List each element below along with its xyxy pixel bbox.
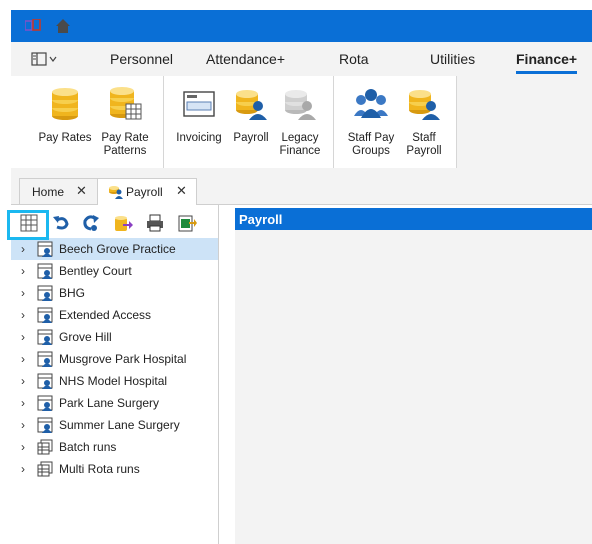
tree-item[interactable]: › BHG [11,282,218,304]
chevron-right-icon[interactable]: › [21,396,25,410]
tree-item[interactable]: › Multi Rota runs [11,458,218,480]
invoicing-button[interactable]: Invoicing [174,86,224,145]
chevron-right-icon[interactable]: › [21,374,25,388]
group-icon [354,89,388,118]
menu-tab-attendance[interactable]: Attendance+ [206,51,285,67]
payroll-label: Payroll [233,132,269,144]
export-excel-icon[interactable] [177,213,197,233]
payroll-icon [236,90,267,120]
chevron-right-icon[interactable]: › [21,330,25,344]
tree-item[interactable]: › Musgrove Park Hospital [11,348,218,370]
site-icon [37,373,53,389]
site-icon [37,263,53,279]
export-icon[interactable] [113,213,133,233]
tab-payroll-label: Payroll [126,185,163,199]
site-icon [37,417,53,433]
home-icon[interactable] [55,18,71,34]
print-icon[interactable] [145,213,165,233]
staff-payroll-button[interactable]: Staff Payroll [403,86,445,158]
site-icon [37,351,53,367]
batch-runs-icon [37,439,53,455]
title-bar [11,10,592,42]
tree-item[interactable]: › Batch runs [11,436,218,458]
tree-item-label: Multi Rota runs [59,462,140,476]
tree-item-label: Beech Grove Practice [59,242,176,256]
pay-rates-label: Pay Rates [38,132,92,144]
tree-item-label: Summer Lane Surgery [59,418,180,432]
document-tab-strip: Home ✕ Payroll ✕ [11,174,592,205]
site-icon [37,307,53,323]
site-icon [37,329,53,345]
payroll-button[interactable]: Payroll [231,86,271,145]
legacy-finance-button[interactable]: Legacy Finance [275,86,325,158]
menu-bar: Personnel Attendance+ Rota Utilities Fin… [11,42,592,76]
menu-tab-personnel[interactable]: Personnel [110,51,173,67]
highlight-box [7,210,49,240]
menu-tab-rota[interactable]: Rota [339,51,369,67]
panel-title: Payroll [239,212,283,227]
ribbon: Pay Rates Pay Rate Patterns Invoicing Pa… [11,76,592,175]
staff-pay-groups-button[interactable]: Staff Pay Groups [345,86,397,158]
tree-item[interactable]: › Grove Hill [11,326,218,348]
payroll-tab-icon [109,186,123,199]
tree-item[interactable]: › Extended Access [11,304,218,326]
panel-header: Payroll [235,208,592,230]
tree-item-label: Grove Hill [59,330,112,344]
tab-home[interactable]: Home ✕ [19,178,99,204]
tree-item[interactable]: › Park Lane Surgery [11,392,218,414]
coins-table-icon [110,87,142,120]
site-icon [37,395,53,411]
tree-item[interactable]: › Beech Grove Practice [11,238,218,260]
legacy-finance-icon [285,90,316,120]
tree-item-label: Musgrove Park Hospital [59,352,187,366]
pay-rates-button[interactable]: Pay Rates [33,86,97,145]
legacy-finance-label: Legacy Finance [279,132,321,157]
invoicing-label: Invoicing [176,132,222,144]
close-icon[interactable]: ✕ [176,183,187,199]
invoice-icon [183,91,215,117]
chevron-right-icon[interactable]: › [21,462,25,476]
pay-rate-patterns-label: Pay Rate Patterns [101,132,149,157]
undo-icon[interactable] [51,213,71,233]
tree-item-label: NHS Model Hospital [59,374,168,388]
chevron-right-icon[interactable]: › [21,418,25,432]
chevron-right-icon[interactable]: › [21,308,25,322]
close-icon[interactable]: ✕ [76,183,87,199]
tree-item[interactable]: › NHS Model Hospital [11,370,218,392]
chevron-right-icon[interactable]: › [21,264,25,278]
tree-item-label: Batch runs [59,440,117,454]
tree-item-label: Extended Access [59,308,152,322]
batch-runs-icon [37,461,53,477]
site-tree-panel: › Beech Grove Practice › Bentley Court › BHG ›… [11,205,219,544]
staff-payroll-icon [409,90,440,120]
chevron-right-icon[interactable]: › [21,352,25,366]
tree-item-label: BHG [59,286,86,300]
tree-item-label: Bentley Court [59,264,132,278]
sidebar-toggle-icon[interactable] [31,52,59,66]
chevron-right-icon[interactable]: › [21,286,25,300]
chevron-right-icon[interactable]: › [21,242,25,256]
site-icon [37,241,53,257]
site-icon [37,285,53,301]
chevron-right-icon[interactable]: › [21,440,25,454]
tab-payroll[interactable]: Payroll ✕ [97,178,197,205]
tree-item[interactable]: › Summer Lane Surgery [11,414,218,436]
tab-home-label: Home [32,185,65,199]
coins-icon [52,88,78,120]
payroll-main-panel: Payroll [235,208,592,544]
tree-item-label: Park Lane Surgery [59,396,160,410]
tree-item[interactable]: › Bentley Court [11,260,218,282]
menu-tab-finance[interactable]: Finance+ [516,51,578,74]
menu-tab-utilities[interactable]: Utilities [430,51,475,67]
staff-pay-groups-label: Staff Pay Groups [347,132,395,157]
app-logo-icon[interactable] [25,19,41,32]
pay-rate-patterns-button[interactable]: Pay Rate Patterns [99,86,151,158]
staff-payroll-label: Staff Payroll [406,132,442,157]
refresh-icon[interactable] [81,213,101,233]
